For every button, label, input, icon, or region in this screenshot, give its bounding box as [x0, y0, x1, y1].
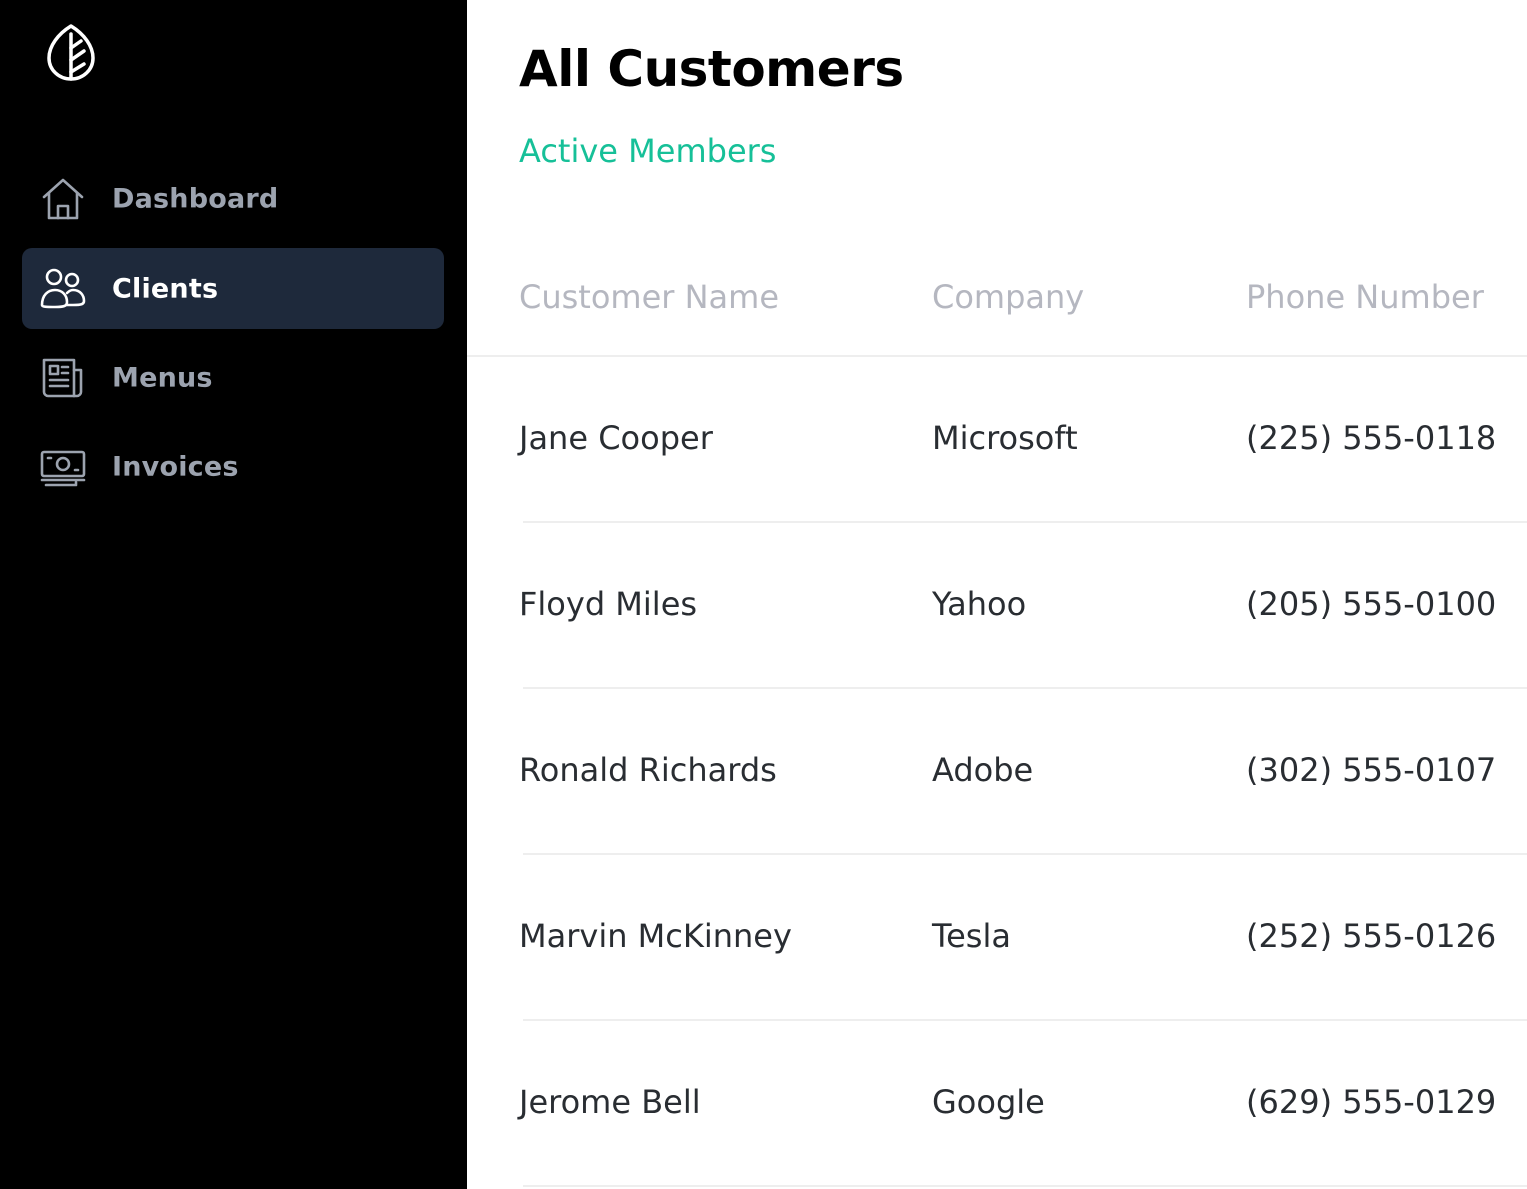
table-row[interactable]: Ronald Richards Adobe (302) 555-0107 — [467, 689, 1527, 855]
sidebar-item-label: Invoices — [112, 451, 239, 482]
sidebar-item-label: Clients — [112, 273, 219, 304]
row-divider — [523, 1185, 1527, 1187]
company-cell: Yahoo — [932, 585, 1027, 623]
phone-cell: (205) 555-0100 — [1246, 585, 1497, 623]
company-cell: Google — [932, 1083, 1045, 1121]
main-content: All Customers Active Members Customer Na… — [467, 0, 1527, 1189]
table-row[interactable]: Jerome Bell Google (629) 555-0129 — [467, 1021, 1527, 1187]
phone-cell: (302) 555-0107 — [1246, 751, 1497, 789]
phone-cell: (629) 555-0129 — [1246, 1083, 1497, 1121]
phone-cell: (252) 555-0126 — [1246, 917, 1497, 955]
money-icon — [40, 450, 86, 486]
active-members-tab[interactable]: Active Members — [519, 132, 776, 170]
sidebar-item-clients[interactable]: Clients — [22, 248, 444, 329]
page-title: All Customers — [519, 40, 904, 98]
home-icon — [42, 178, 84, 219]
sidebar-item-label: Menus — [112, 362, 213, 393]
customer-name-cell: Ronald Richards — [519, 751, 777, 789]
customer-name-cell: Floyd Miles — [519, 585, 698, 623]
customer-name-cell: Jerome Bell — [519, 1083, 701, 1121]
table-row[interactable]: Marvin McKinney Tesla (252) 555-0126 — [467, 855, 1527, 1021]
newspaper-icon — [42, 358, 83, 397]
company-cell: Adobe — [932, 751, 1034, 789]
users-icon — [40, 268, 86, 308]
sidebar: Dashboard Clients Menus Invoices — [0, 0, 467, 1189]
company-cell: Tesla — [932, 917, 1011, 955]
leaf-logo-icon[interactable] — [44, 22, 98, 84]
column-header-phone-number[interactable]: Phone Number — [1246, 278, 1484, 316]
sidebar-item-dashboard[interactable]: Dashboard — [22, 158, 444, 239]
phone-cell: (225) 555-0118 — [1246, 419, 1497, 457]
sidebar-item-invoices[interactable]: Invoices — [22, 426, 444, 507]
company-cell: Microsoft — [932, 419, 1078, 457]
column-header-customer-name[interactable]: Customer Name — [519, 278, 779, 316]
customer-name-cell: Marvin McKinney — [519, 917, 792, 955]
sidebar-item-menus[interactable]: Menus — [22, 337, 444, 418]
table-row[interactable]: Floyd Miles Yahoo (205) 555-0100 — [467, 523, 1527, 689]
sidebar-item-label: Dashboard — [112, 183, 279, 214]
column-header-company[interactable]: Company — [932, 278, 1084, 316]
table-row[interactable]: Jane Cooper Microsoft (225) 555-0118 — [467, 357, 1527, 523]
customer-name-cell: Jane Cooper — [519, 419, 713, 457]
